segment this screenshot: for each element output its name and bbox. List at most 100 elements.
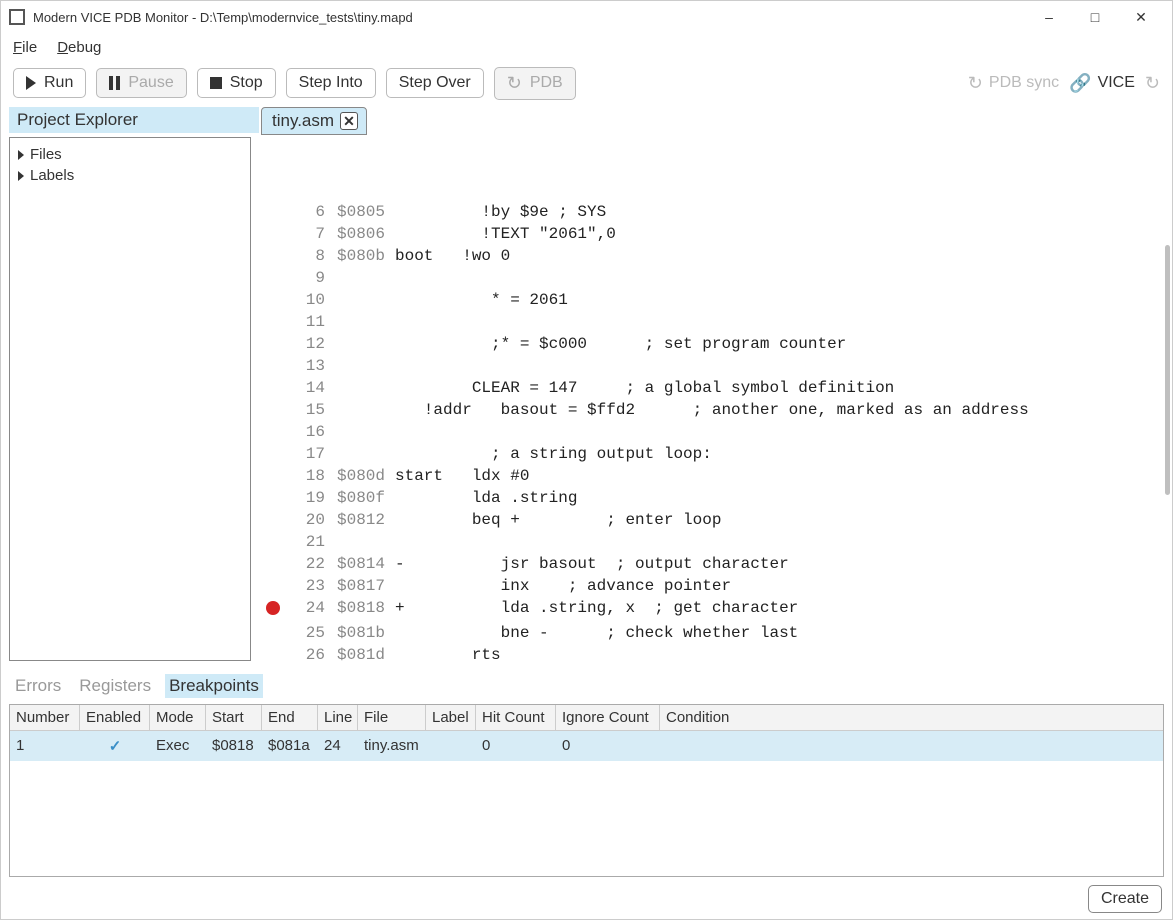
breakpoint-gutter[interactable] (259, 399, 287, 421)
breakpoint-gutter[interactable] (259, 487, 287, 509)
cell: 0 (556, 731, 660, 761)
breakpoint-gutter[interactable] (259, 333, 287, 355)
breakpoint-gutter[interactable] (259, 201, 287, 223)
code-line[interactable]: 6$0805 !by $9e ; SYS (259, 201, 1172, 223)
cell: $0818 (206, 731, 262, 761)
code-text: $080d start ldx #0 (337, 465, 529, 487)
menu-file[interactable]: File (13, 39, 37, 56)
project-explorer-title: Project Explorer (9, 107, 259, 133)
code-line[interactable]: 14 CLEAR = 147 ; a global symbol definit… (259, 377, 1172, 399)
column-header[interactable]: Condition (660, 705, 1163, 731)
code-text (337, 267, 395, 289)
breakpoint-gutter[interactable] (259, 597, 287, 622)
close-tab-button[interactable]: ✕ (340, 112, 358, 130)
line-number: 14 (287, 377, 337, 399)
code-line[interactable]: 8$080b boot !wo 0 (259, 245, 1172, 267)
tree-label: Labels (30, 167, 74, 184)
create-button[interactable]: Create (1088, 885, 1162, 913)
code-line[interactable]: 10 * = 2061 (259, 289, 1172, 311)
step-over-button[interactable]: Step Over (386, 68, 484, 98)
tab-breakpoints[interactable]: Breakpoints (165, 674, 263, 698)
breakpoint-gutter[interactable] (259, 355, 287, 377)
run-button[interactable]: Run (13, 68, 86, 98)
code-line[interactable]: 13 (259, 355, 1172, 377)
code-line[interactable]: 16 (259, 421, 1172, 443)
column-header[interactable]: Number (10, 705, 80, 731)
code-line[interactable]: 20$0812 beq + ; enter loop (259, 509, 1172, 531)
pdb-button[interactable]: ↻ PDB (494, 67, 576, 100)
code-line[interactable]: 17 ; a string output loop: (259, 443, 1172, 465)
pdb-sync-status[interactable]: ↻ PDB sync (968, 73, 1059, 94)
tree-item-labels[interactable]: Labels (18, 165, 242, 186)
breakpoint-gutter[interactable] (259, 267, 287, 289)
stop-button[interactable]: Stop (197, 68, 276, 98)
breakpoint-gutter[interactable] (259, 311, 287, 333)
column-header[interactable]: Label (426, 705, 476, 731)
close-window-button[interactable]: ✕ (1118, 2, 1164, 32)
tab-tiny-asm[interactable]: tiny.asm ✕ (261, 107, 367, 135)
table-row[interactable]: 1✓Exec$0818$081a24tiny.asm00 (10, 731, 1163, 761)
cell: 0 (476, 731, 556, 761)
code-line[interactable]: 25$081b bne - ; check whether last (259, 622, 1172, 644)
cell: Exec (150, 731, 206, 761)
cell (426, 731, 476, 761)
breakpoint-gutter[interactable] (259, 509, 287, 531)
breakpoint-gutter[interactable] (259, 421, 287, 443)
line-number: 27 (287, 666, 337, 669)
column-header[interactable]: Line (318, 705, 358, 731)
line-number: 22 (287, 553, 337, 575)
code-line[interactable]: 11 (259, 311, 1172, 333)
code-line[interactable]: 19$080f lda .string (259, 487, 1172, 509)
tab-errors[interactable]: Errors (11, 674, 65, 698)
breakpoint-gutter[interactable] (259, 622, 287, 644)
code-line[interactable]: 12 ;* = $c000 ; set program counter (259, 333, 1172, 355)
breakpoint-gutter[interactable] (259, 289, 287, 311)
column-header[interactable]: Start (206, 705, 262, 731)
code-line[interactable]: 18$080d start ldx #0 (259, 465, 1172, 487)
maximize-button[interactable]: □ (1072, 2, 1118, 32)
column-header[interactable]: Ignore Count (556, 705, 660, 731)
breakpoint-gutter[interactable] (259, 575, 287, 597)
breakpoint-gutter[interactable] (259, 553, 287, 575)
line-number: 12 (287, 333, 337, 355)
column-header[interactable]: Hit Count (476, 705, 556, 731)
code-line[interactable]: 21 (259, 531, 1172, 553)
code-line[interactable]: 7$0806 !TEXT "2061",0 (259, 223, 1172, 245)
column-header[interactable]: End (262, 705, 318, 731)
tree-item-files[interactable]: Files (18, 144, 242, 165)
code-line[interactable]: 15 !addr basout = $ffd2 ; another one, m… (259, 399, 1172, 421)
column-header[interactable]: Mode (150, 705, 206, 731)
breakpoint-gutter[interactable] (259, 666, 287, 669)
column-header[interactable]: File (358, 705, 426, 731)
code-line[interactable]: 22$0814 - jsr basout ; output character (259, 553, 1172, 575)
code-text (337, 421, 395, 443)
create-label: Create (1101, 890, 1149, 907)
vice-status[interactable]: 🔗 VICE (1069, 73, 1135, 94)
tab-registers[interactable]: Registers (75, 674, 155, 698)
breakpoint-gutter[interactable] (259, 377, 287, 399)
menu-debug[interactable]: Debug (57, 39, 101, 56)
line-number: 15 (287, 399, 337, 421)
breakpoint-gutter[interactable] (259, 644, 287, 666)
code-line[interactable]: 26$081d rts (259, 644, 1172, 666)
code-line[interactable]: 23$0817 inx ; advance pointer (259, 575, 1172, 597)
code-editor[interactable]: 6$0805 !by $9e ; SYS7$0806 !TEXT "2061",… (259, 135, 1172, 669)
refresh-status[interactable]: ↻ (1145, 73, 1160, 94)
breakpoint-gutter[interactable] (259, 443, 287, 465)
breakpoint-gutter[interactable] (259, 245, 287, 267)
breakpoint-gutter[interactable] (259, 531, 287, 553)
code-line[interactable]: 9 (259, 267, 1172, 289)
code-text: $0818 + lda .string, x ; get character (337, 597, 798, 622)
code-line[interactable]: 24$0818 + lda .string, x ; get character (259, 597, 1172, 622)
minimize-button[interactable]: – (1026, 2, 1072, 32)
column-header[interactable]: Enabled (80, 705, 150, 731)
pause-button[interactable]: Pause (96, 68, 186, 98)
scrollbar[interactable] (1165, 245, 1170, 495)
breakpoint-gutter[interactable] (259, 465, 287, 487)
breakpoint-gutter[interactable] (259, 223, 287, 245)
code-line[interactable]: 27$081e .string !pet "Dumb example", 13,… (259, 666, 1172, 669)
cell: 24 (318, 731, 358, 761)
code-text: CLEAR = 147 ; a global symbol definition (337, 377, 894, 399)
cell: 1 (10, 731, 80, 761)
step-into-button[interactable]: Step Into (286, 68, 376, 98)
